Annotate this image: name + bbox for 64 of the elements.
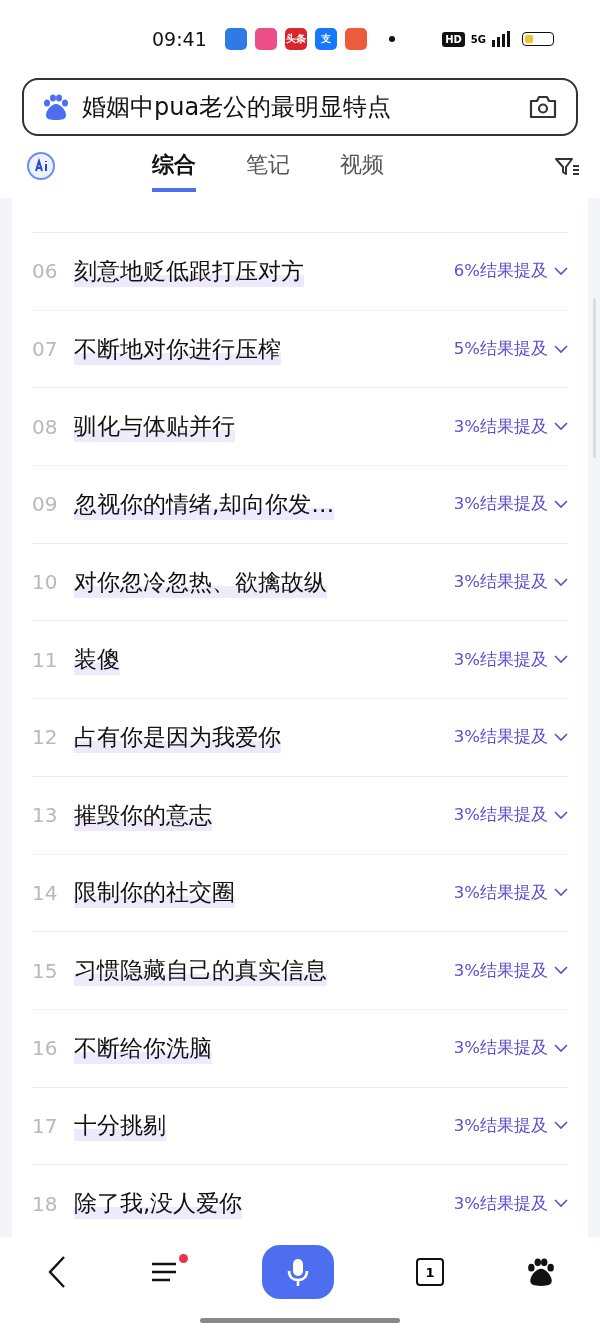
- chevron-down-icon: [554, 1043, 568, 1053]
- home-indicator[interactable]: [200, 1317, 400, 1323]
- mention-toggle[interactable]: 3%结果提及: [453, 804, 568, 827]
- mention-toggle[interactable]: 3%结果提及: [453, 493, 568, 516]
- paw-icon: [42, 93, 70, 121]
- chevron-down-icon: [554, 577, 568, 587]
- microphone-icon: [286, 1257, 310, 1287]
- rank-number: 13: [32, 803, 59, 828]
- rank-number: 07: [32, 337, 59, 362]
- rank-number: 16: [32, 1036, 59, 1061]
- back-icon[interactable]: [46, 1255, 68, 1289]
- search-field[interactable]: 婚姻中pua老公的最明显特点: [22, 78, 578, 136]
- rank-number: 18: [32, 1191, 59, 1216]
- mention-toggle[interactable]: 3%结果提及: [453, 959, 568, 982]
- chevron-down-icon: [554, 422, 568, 432]
- mention-toggle[interactable]: 5%结果提及: [453, 338, 568, 361]
- chevron-down-icon: [554, 266, 568, 276]
- tab[interactable]: 综合: [152, 142, 196, 192]
- app-icon: 支: [314, 28, 337, 50]
- camera-icon[interactable]: [528, 94, 558, 120]
- ai-assistant-icon[interactable]: [26, 151, 58, 183]
- paw-icon[interactable]: [526, 1257, 556, 1287]
- filter-icon[interactable]: [554, 156, 580, 178]
- mention-toggle[interactable]: 3%结果提及: [453, 571, 568, 594]
- signal-icon: [492, 31, 510, 47]
- chevron-down-icon: [554, 344, 568, 354]
- chevron-down-icon: [554, 1199, 568, 1209]
- result-title[interactable]: 习惯隐藏自己的真实信息: [74, 955, 327, 987]
- tab-count-button[interactable]: 1: [416, 1258, 444, 1286]
- status-time: 09:41: [152, 28, 207, 50]
- chevron-down-icon: [554, 655, 568, 665]
- mention-toggle[interactable]: 3%结果提及: [453, 1114, 568, 1137]
- mention-toggle[interactable]: 6%结果提及: [453, 260, 568, 283]
- rank-number: 12: [32, 725, 59, 750]
- rank-number: 14: [32, 880, 59, 905]
- rank-number: 15: [32, 958, 59, 983]
- voice-button[interactable]: [262, 1245, 334, 1299]
- mention-toggle[interactable]: 3%结果提及: [453, 1037, 568, 1060]
- result-title[interactable]: 限制你的社交圈: [74, 877, 235, 909]
- rank-number: 09: [32, 492, 59, 517]
- mention-toggle[interactable]: 3%结果提及: [453, 415, 568, 438]
- tab[interactable]: 视频: [340, 142, 384, 192]
- chevron-down-icon: [554, 888, 568, 898]
- rank-number: 10: [32, 570, 59, 595]
- network-label: 5G: [470, 33, 486, 45]
- tab[interactable]: 笔记: [246, 142, 290, 192]
- rank-number: 08: [32, 414, 59, 439]
- chevron-down-icon: [554, 1121, 568, 1131]
- mention-toggle[interactable]: 3%结果提及: [453, 1192, 568, 1215]
- chevron-down-icon: [554, 732, 568, 742]
- chevron-down-icon: [554, 499, 568, 509]
- hd-indicator: HD: [442, 31, 465, 47]
- chevron-down-icon: [554, 966, 568, 976]
- chevron-down-icon: [554, 810, 568, 820]
- dot-icon: [388, 36, 395, 42]
- app-icon: 头条: [284, 28, 307, 50]
- mention-toggle[interactable]: 3%结果提及: [453, 881, 568, 904]
- rank-number: 17: [32, 1113, 59, 1138]
- result-title[interactable]: 驯化与体贴并行: [74, 411, 235, 443]
- rank-number: 06: [32, 259, 59, 284]
- rank-number: 11: [32, 647, 59, 672]
- mention-toggle[interactable]: 3%结果提及: [453, 648, 568, 671]
- battery-icon: [522, 32, 554, 46]
- mention-toggle[interactable]: 3%结果提及: [453, 726, 568, 749]
